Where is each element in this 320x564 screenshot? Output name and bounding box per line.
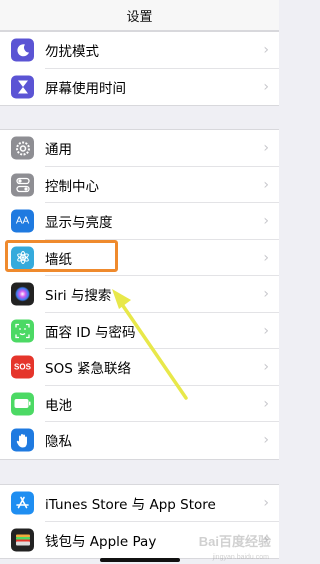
settings-row-privacy[interactable]: 隐私 ›	[0, 422, 279, 459]
chevron-right-icon: ›	[263, 42, 269, 59]
app-store-icon	[11, 491, 34, 515]
settings-row-label: iTunes Store 与 App Store	[45, 497, 216, 514]
settings-row-display-brightness[interactable]: AA 显示与亮度 ›	[0, 203, 279, 240]
text-size-icon-glyph: AA	[15, 215, 30, 227]
sos-icon: SOS	[11, 355, 34, 379]
settings-row-label: 显示与亮度	[45, 215, 113, 232]
settings-row-label: Siri 与搜索	[45, 288, 112, 305]
settings-row-battery[interactable]: 电池 ›	[0, 386, 279, 422]
watermark-url: jingyan.baidu.com	[212, 554, 269, 561]
settings-row-label: 屏幕使用时间	[45, 80, 126, 97]
highlight-box	[5, 240, 118, 272]
wallet-icon	[11, 528, 34, 552]
chevron-right-icon: ›	[263, 286, 269, 303]
settings-row-control-center[interactable]: 控制中心 ›	[0, 167, 279, 203]
siri-icon	[11, 282, 34, 306]
watermark: Bai百度经验	[198, 534, 271, 549]
settings-row-general[interactable]: 通用 ›	[0, 130, 279, 167]
settings-row-label: 控制中心	[45, 178, 99, 195]
chevron-right-icon: ›	[263, 249, 269, 266]
settings-row-siri-search[interactable]: Siri 与搜索 ›	[0, 276, 279, 313]
chevron-right-icon: ›	[263, 176, 269, 193]
sos-icon-glyph: SOS	[14, 362, 31, 372]
settings-row-label: 隐私	[45, 434, 72, 451]
chevron-right-icon: ›	[263, 359, 269, 376]
chevron-right-icon: ›	[263, 213, 269, 230]
settings-row-label: 面容 ID 与密码	[45, 324, 136, 341]
settings-row-itunes-app-store[interactable]: iTunes Store 与 App Store ›	[0, 485, 279, 522]
page-title: 设置	[126, 9, 153, 25]
settings-row-label: 钱包与 Apple Pay	[45, 533, 157, 550]
settings-group-focus: 勿扰模式 › 屏幕使用时间 ›	[0, 31, 279, 106]
chevron-right-icon: ›	[263, 322, 269, 339]
chevron-right-icon: ›	[263, 140, 269, 157]
settings-row-face-id-passcode[interactable]: 面容 ID 与密码 ›	[0, 313, 279, 349]
navigation-bar: 设置	[0, 0, 279, 31]
moon-icon	[11, 38, 34, 62]
chevron-right-icon: ›	[263, 432, 269, 449]
settings-row-label: 通用	[45, 142, 72, 159]
face-id-icon	[11, 319, 34, 343]
settings-row-do-not-disturb[interactable]: 勿扰模式 ›	[0, 32, 279, 69]
toggles-icon	[11, 173, 34, 197]
gear-icon	[11, 136, 34, 160]
text-size-icon: AA	[11, 209, 34, 233]
settings-row-emergency-sos[interactable]: SOS SOS 紧急联络 ›	[0, 349, 279, 386]
settings-row-screen-time[interactable]: 屏幕使用时间 ›	[0, 69, 279, 106]
chevron-right-icon: ›	[263, 78, 269, 95]
settings-row-label: 电池	[45, 397, 72, 414]
battery-icon	[11, 392, 34, 416]
settings-group-device: 通用 › 控制中心 › AA 显示与亮度 › 墙纸 › Siri 与搜索 › 面…	[0, 129, 279, 460]
chevron-right-icon: ›	[263, 395, 269, 412]
hand-icon	[11, 428, 34, 452]
hourglass-icon	[11, 75, 34, 99]
settings-row-label: 勿扰模式	[45, 44, 99, 61]
chevron-right-icon: ›	[263, 495, 269, 512]
settings-row-label: SOS 紧急联络	[45, 361, 132, 378]
home-indicator	[100, 558, 180, 562]
